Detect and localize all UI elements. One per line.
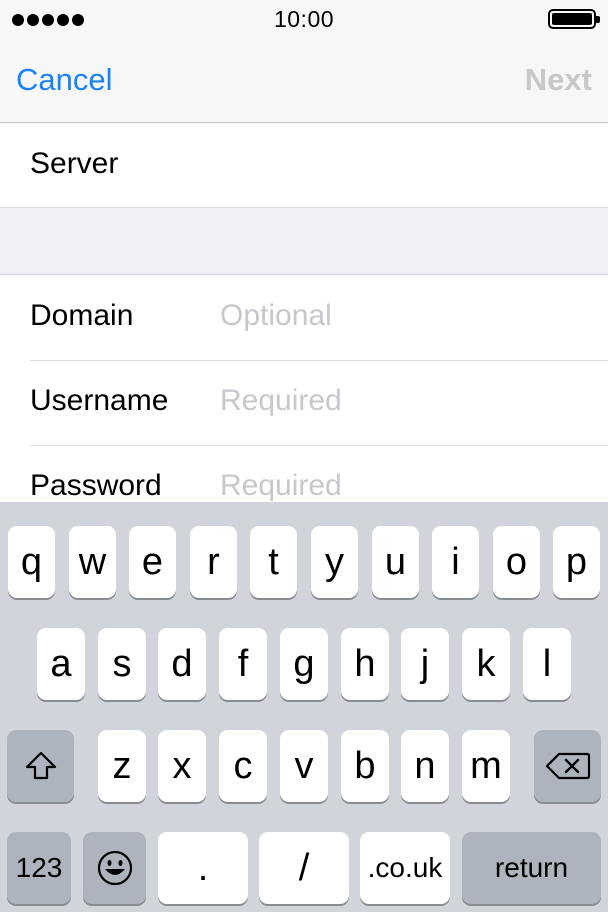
key-m[interactable]: m bbox=[462, 730, 510, 802]
key-a[interactable]: a bbox=[37, 628, 85, 700]
username-label: Username bbox=[30, 384, 169, 417]
username-field[interactable]: Required bbox=[220, 384, 342, 418]
key-l[interactable]: l bbox=[523, 628, 571, 700]
key-b[interactable]: b bbox=[341, 730, 389, 802]
key-r[interactable]: r bbox=[190, 526, 237, 598]
key-v[interactable]: v bbox=[280, 730, 328, 802]
key-y[interactable]: y bbox=[311, 526, 358, 598]
keyboard: q w e r t y u i o p a s d f g h j k l z … bbox=[0, 502, 608, 912]
emoji-icon bbox=[97, 850, 132, 886]
username-row[interactable]: Username Required bbox=[30, 361, 608, 446]
emoji-key[interactable] bbox=[83, 832, 146, 904]
key-i[interactable]: i bbox=[432, 526, 479, 598]
server-label: Server bbox=[30, 147, 119, 180]
key-s[interactable]: s bbox=[98, 628, 146, 700]
key-w[interactable]: w bbox=[69, 526, 116, 598]
battery-icon bbox=[548, 9, 600, 29]
section-separator bbox=[0, 208, 608, 275]
key-d[interactable]: d bbox=[158, 628, 206, 700]
domain-suffix-key[interactable]: .co.uk bbox=[360, 832, 450, 904]
numbers-key[interactable]: 123 bbox=[7, 832, 71, 904]
key-o[interactable]: o bbox=[493, 526, 540, 598]
domain-label: Domain bbox=[30, 299, 134, 332]
key-h[interactable]: h bbox=[341, 628, 389, 700]
password-row[interactable]: Password Required bbox=[30, 446, 608, 502]
next-button[interactable]: Next bbox=[525, 62, 592, 98]
navigation-bar: Cancel Next bbox=[0, 40, 608, 123]
server-row[interactable]: Server bbox=[0, 124, 608, 208]
key-u[interactable]: u bbox=[372, 526, 419, 598]
delete-key[interactable] bbox=[534, 730, 601, 802]
status-time: 10:00 bbox=[273, 6, 335, 32]
key-p[interactable]: p bbox=[553, 526, 600, 598]
key-k[interactable]: k bbox=[462, 628, 510, 700]
delete-icon bbox=[545, 752, 590, 780]
key-x[interactable]: x bbox=[158, 730, 206, 802]
domain-row[interactable]: Domain Optional bbox=[30, 276, 608, 361]
key-j[interactable]: j bbox=[401, 628, 449, 700]
password-label: Password bbox=[30, 469, 162, 502]
password-field[interactable]: Required bbox=[220, 469, 342, 502]
key-n[interactable]: n bbox=[401, 730, 449, 802]
key-t[interactable]: t bbox=[250, 526, 297, 598]
shift-key[interactable] bbox=[7, 730, 74, 802]
key-z[interactable]: z bbox=[98, 730, 146, 802]
dot-key[interactable]: . bbox=[158, 832, 248, 904]
key-q[interactable]: q bbox=[8, 526, 55, 598]
status-bar: 10:00 bbox=[0, 0, 608, 40]
key-f[interactable]: f bbox=[219, 628, 267, 700]
key-e[interactable]: e bbox=[129, 526, 176, 598]
domain-field[interactable]: Optional bbox=[220, 299, 332, 333]
slash-key[interactable]: / bbox=[259, 832, 349, 904]
key-c[interactable]: c bbox=[219, 730, 267, 802]
cancel-button[interactable]: Cancel bbox=[16, 62, 113, 98]
account-fields: Domain Optional Username Required Passwo… bbox=[0, 276, 608, 502]
key-g[interactable]: g bbox=[280, 628, 328, 700]
return-key[interactable]: return bbox=[462, 832, 601, 904]
shift-icon bbox=[25, 751, 56, 780]
